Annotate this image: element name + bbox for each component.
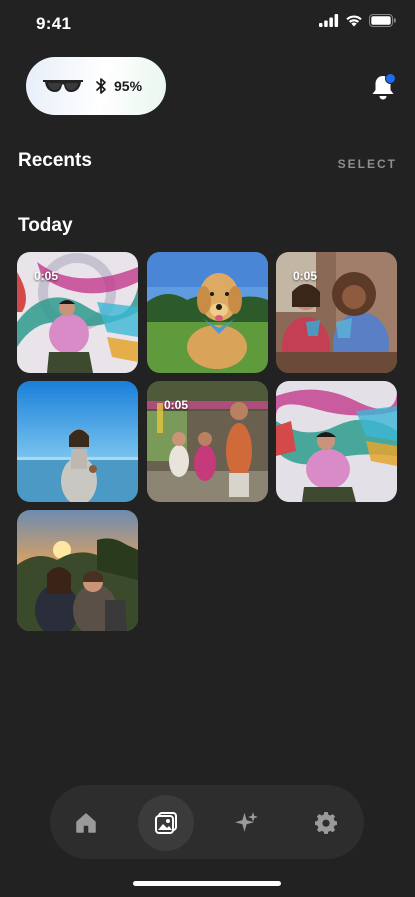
media-thumbnail[interactable]: 0:05 <box>147 381 268 502</box>
video-duration: 0:05 <box>34 269 59 283</box>
status-time: 9:41 <box>36 14 72 33</box>
media-thumbnail[interactable] <box>17 381 138 502</box>
notifications-button[interactable] <box>368 72 398 102</box>
gallery-icon <box>155 812 177 834</box>
bluetooth-icon <box>96 78 106 94</box>
smart-glasses-icon <box>43 80 83 92</box>
gear-icon <box>315 812 337 834</box>
device-status-pill[interactable]: 95% <box>26 57 166 115</box>
media-thumbnail[interactable] <box>17 510 138 631</box>
cellular-signal-icon <box>319 14 339 27</box>
media-thumbnail[interactable] <box>147 252 268 373</box>
media-thumbnail[interactable]: 0:05 <box>17 252 138 373</box>
thumbnail-image <box>276 381 397 502</box>
status-bar: 9:41 <box>0 0 415 50</box>
thumbnail-image <box>17 381 138 502</box>
nav-home[interactable] <box>58 795 114 851</box>
page-title: Recents <box>18 150 92 171</box>
bottom-navigation <box>50 785 364 859</box>
thumbnail-image <box>17 510 138 631</box>
notification-badge <box>385 73 396 84</box>
status-icons <box>319 14 397 27</box>
home-icon <box>76 813 96 833</box>
media-thumbnail[interactable] <box>276 381 397 502</box>
media-thumbnail[interactable]: 0:05 <box>276 252 397 373</box>
nav-gallery[interactable] <box>138 795 194 851</box>
device-battery-level: 95% <box>114 78 143 94</box>
video-duration: 0:05 <box>293 269 318 283</box>
select-button[interactable]: SELECT <box>338 157 397 171</box>
wifi-icon <box>346 15 362 27</box>
thumbnail-image <box>147 252 268 373</box>
sparkle-icon <box>235 812 258 832</box>
section-title-today: Today <box>18 215 73 236</box>
home-indicator <box>133 881 281 886</box>
battery-status-icon <box>369 14 396 27</box>
nav-settings[interactable] <box>298 795 354 851</box>
nav-ai[interactable] <box>219 795 275 851</box>
video-duration: 0:05 <box>164 398 189 412</box>
